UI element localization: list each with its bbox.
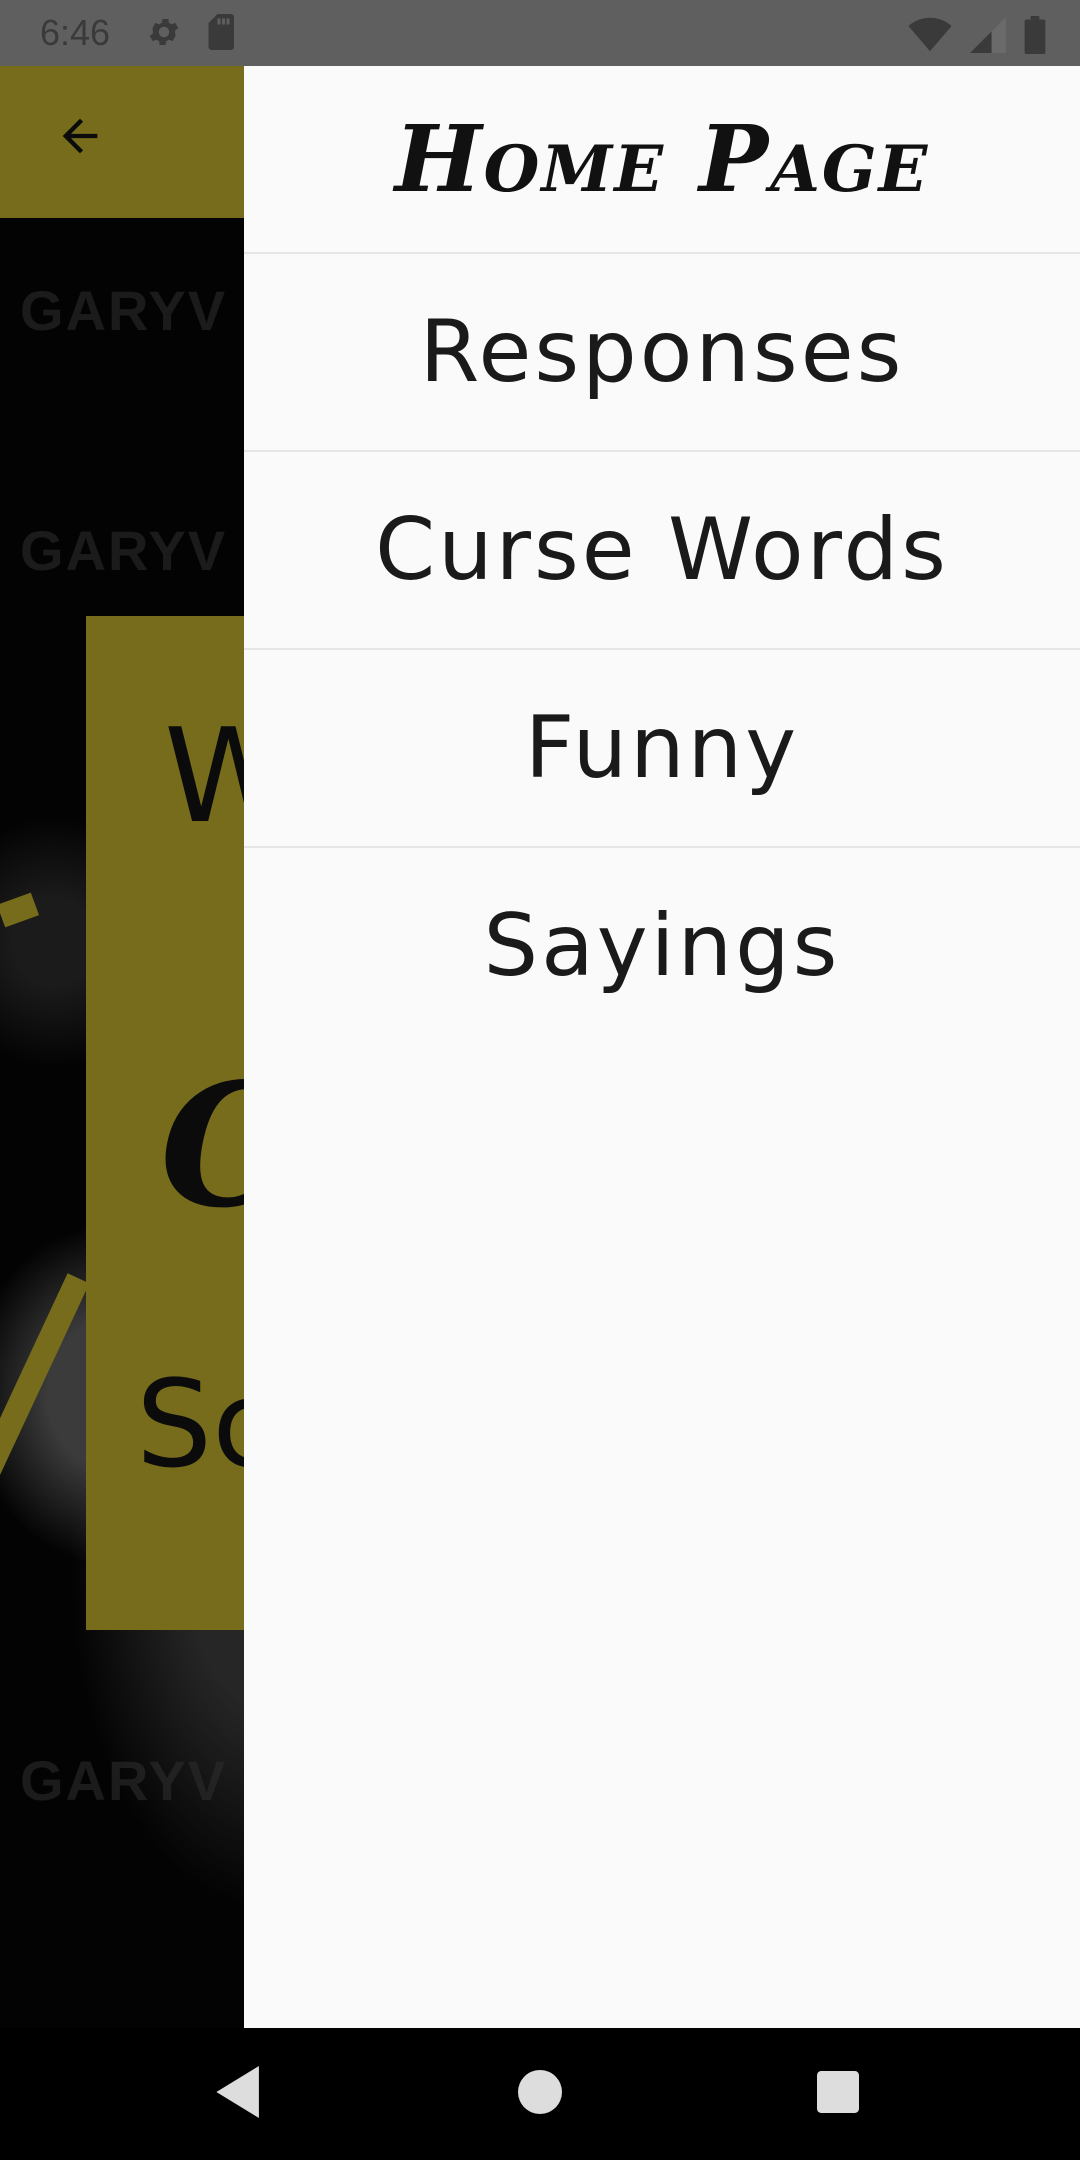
drawer-item-label: Curse Words bbox=[375, 500, 949, 600]
status-bar: 6:46 bbox=[0, 0, 1080, 66]
sd-card-icon bbox=[206, 14, 238, 54]
settings-icon bbox=[146, 14, 182, 54]
status-time: 6:46 bbox=[40, 12, 111, 53]
signal-icon bbox=[970, 17, 1006, 57]
system-navigation-bar bbox=[0, 2028, 1080, 2160]
drawer-item-label: Responses bbox=[419, 302, 905, 402]
drawer-item-sayings[interactable]: Sayings bbox=[244, 848, 1080, 1044]
nav-home-button[interactable] bbox=[502, 2056, 578, 2132]
drawer-item-label: Funny bbox=[524, 698, 800, 798]
nav-recents-button[interactable] bbox=[800, 2056, 876, 2132]
navigation-drawer: Home Page Responses Curse Words Funny Sa… bbox=[244, 66, 1080, 2028]
drawer-title: Home Page bbox=[394, 105, 930, 213]
drawer-item-curse-words[interactable]: Curse Words bbox=[244, 452, 1080, 650]
recents-square-icon bbox=[817, 2071, 859, 2117]
drawer-item-funny[interactable]: Funny bbox=[244, 650, 1080, 848]
drawer-item-label: Sayings bbox=[483, 896, 841, 996]
wifi-icon bbox=[908, 17, 952, 57]
drawer-header[interactable]: Home Page bbox=[244, 66, 1080, 254]
back-triangle-icon bbox=[215, 2066, 265, 2122]
battery-icon bbox=[1024, 16, 1046, 58]
drawer-item-responses[interactable]: Responses bbox=[244, 254, 1080, 452]
home-circle-icon bbox=[518, 2070, 562, 2118]
nav-back-button[interactable] bbox=[202, 2056, 278, 2132]
